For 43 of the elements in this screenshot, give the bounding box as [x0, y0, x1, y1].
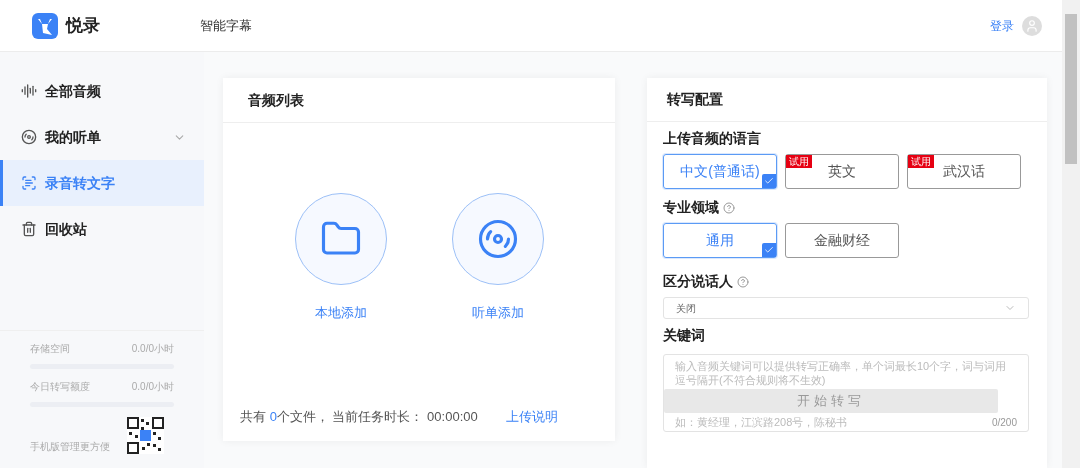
trial-badge: 试用 — [786, 155, 812, 168]
help-icon[interactable] — [737, 275, 749, 288]
add-audio-button[interactable]: 本地添加 — [294, 193, 387, 393]
sidebar-item[interactable]: 回收站 — [0, 206, 204, 252]
trash-icon — [21, 221, 37, 237]
section-label: 关键词 — [663, 326, 706, 345]
summary-text: 共有 0个文件， 当前任务时长： 00:00:00 — [240, 408, 478, 427]
scrollbar[interactable] — [1062, 0, 1080, 468]
card-title: 转写配置 — [667, 90, 723, 109]
speaker-select[interactable]: 关闭 — [663, 297, 1029, 319]
option-button[interactable]: 中文(普通话) — [663, 154, 777, 189]
section-label: 区分说话人 — [663, 272, 733, 291]
check-icon — [762, 243, 776, 257]
quota-reading: 0.0/0小时 — [131, 342, 174, 356]
nav-link[interactable]: 智能字幕 — [200, 15, 252, 36]
upload-help-link[interactable]: 上传说明 — [505, 407, 558, 427]
option-button[interactable]: 武汉话 试用 — [907, 154, 1021, 189]
add-audio-button[interactable]: 听单添加 — [451, 193, 544, 393]
disc-icon — [21, 129, 37, 145]
sidebar-item[interactable]: 录音转文字 — [0, 160, 204, 206]
audio-icon — [21, 83, 37, 99]
option-button[interactable]: 英文 试用 — [785, 154, 899, 189]
quota-reading: 0.0/0小时 — [131, 380, 174, 394]
trial-badge: 试用 — [908, 155, 934, 168]
sidebar-item[interactable]: 全部音频 — [0, 68, 204, 114]
quota-label: 存储空间 — [30, 342, 70, 356]
deer-logo-icon — [32, 12, 58, 39]
scan-text-icon — [21, 175, 37, 191]
card-title: 音频列表 — [248, 90, 304, 110]
option-button[interactable]: 金融财经 — [785, 223, 899, 258]
qr-code-icon — [127, 417, 164, 454]
section-label: 专业领域 — [663, 198, 719, 217]
option-button[interactable]: 通用 — [663, 223, 777, 258]
login-link[interactable]: 登录 — [990, 16, 1014, 35]
check-icon — [762, 174, 776, 188]
char-counter: 0/200 — [991, 415, 1017, 430]
mobile-hint: 手机版管理更方便 — [30, 440, 110, 454]
quota-label: 今日转写额度 — [30, 380, 90, 394]
sidebar-item[interactable]: 我的听单 — [0, 114, 204, 160]
section-label: 上传音频的语言 — [663, 129, 762, 148]
help-icon[interactable] — [723, 201, 735, 214]
avatar-icon[interactable] — [1022, 15, 1042, 36]
brand-name: 悦录 — [66, 14, 100, 37]
